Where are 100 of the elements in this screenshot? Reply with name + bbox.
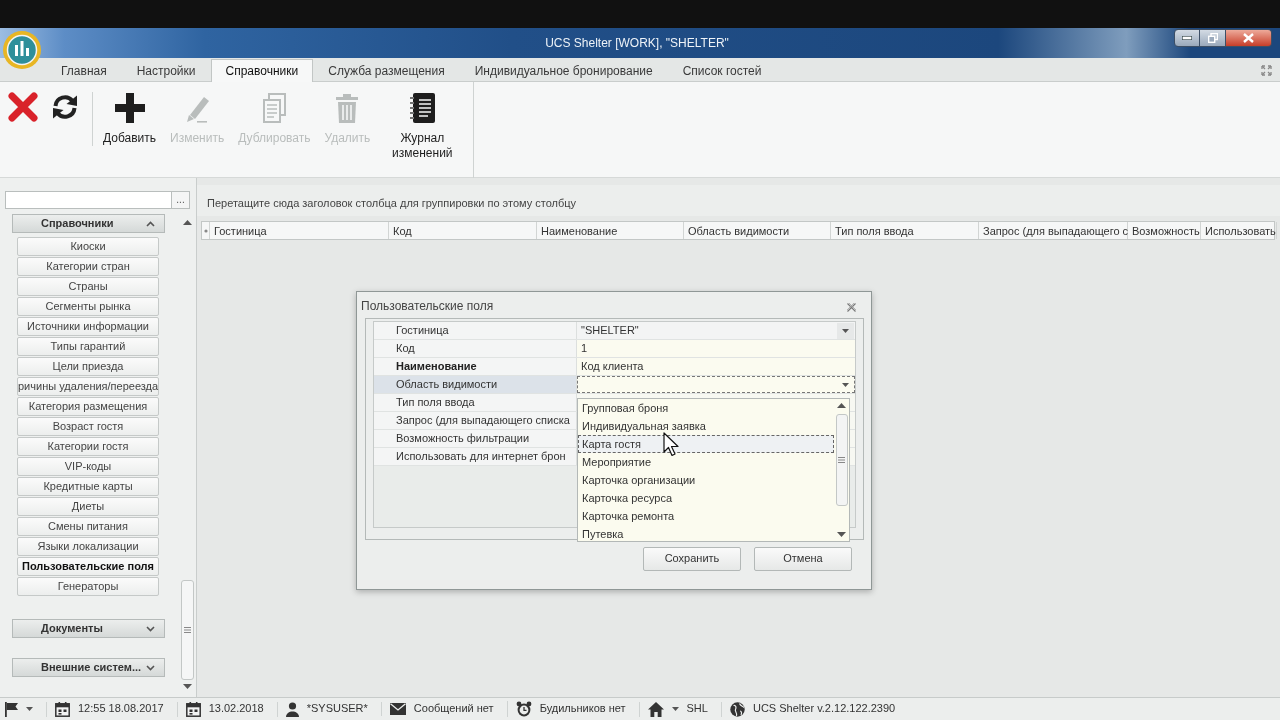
person-icon — [285, 701, 299, 717]
add-button[interactable]: Добавить — [98, 82, 162, 146]
caret-icon — [842, 382, 849, 387]
nav-item[interactable]: Категория размещения — [17, 397, 159, 416]
nav-item[interactable]: Страны — [17, 277, 159, 296]
dropdown-option[interactable]: Карточка организации — [578, 471, 834, 489]
column-header[interactable]: Тип поля ввода — [831, 222, 979, 239]
globe-icon — [729, 701, 745, 717]
scroll-down-icon[interactable] — [183, 684, 192, 689]
chevron-down-icon — [146, 664, 155, 671]
ribbon-tab[interactable]: Справочники — [210, 59, 314, 82]
dropdown-option[interactable]: Карточка ресурса — [578, 489, 834, 507]
nav-group-header[interactable]: Справочники — [12, 214, 165, 233]
column-header[interactable]: Использовать — [1201, 222, 1277, 239]
property-label: Тип поля ввода — [374, 394, 577, 411]
text-field[interactable]: Код клиента — [577, 358, 855, 375]
status-text: *SYSUSER* — [306, 702, 368, 716]
plus-icon — [113, 92, 146, 124]
ribbon-tab[interactable]: Индивидуальное бронирование — [459, 59, 668, 81]
calendar-icon — [185, 701, 201, 717]
app-logo-icon — [2, 30, 42, 70]
nav-item[interactable]: ричины удаления/переезда — [17, 377, 159, 396]
column-header[interactable]: Область видимости — [684, 222, 831, 239]
nav-item[interactable]: Киоски — [17, 237, 159, 256]
group-panel-hint: Перетащите сюда заголовок столбца для группировки по этому столбцу — [207, 197, 577, 209]
ribbon-tab[interactable]: Настройки — [121, 59, 211, 81]
calendar-icon — [55, 701, 70, 717]
column-header[interactable]: Код — [389, 222, 537, 239]
status-text: Сообщений нет — [413, 702, 494, 716]
scroll-down-icon[interactable] — [837, 532, 846, 537]
search-field[interactable] — [5, 191, 172, 209]
nav-item[interactable]: Цели приезда — [17, 357, 159, 376]
dot-icon — [203, 228, 208, 233]
grip-icon — [184, 627, 191, 633]
column-header[interactable]: Наименование — [537, 222, 684, 239]
restore-button[interactable] — [1200, 29, 1226, 47]
alarm-clock-icon — [515, 701, 532, 717]
nav-item[interactable]: Языки локализации — [17, 537, 159, 556]
nav-item[interactable]: Кредитные карты — [17, 477, 159, 496]
minimize-button[interactable] — [1174, 29, 1200, 47]
close-button[interactable] — [1226, 29, 1272, 47]
ribbon-tab[interactable]: Список гостей — [667, 59, 777, 81]
status-text: SHL — [686, 702, 708, 716]
property-label: Запрос (для выпадающего списка — [374, 412, 577, 429]
nav-group-label: Справочники — [40, 216, 114, 231]
chevron-up-icon — [146, 220, 155, 227]
refresh-icon[interactable] — [50, 92, 80, 122]
chevron-down-icon — [146, 625, 155, 632]
dialog-title: Пользовательские поля — [361, 299, 494, 313]
window-title: UCS Shelter [WORK], "SHELTER" — [545, 35, 730, 51]
caret-icon — [671, 707, 679, 711]
nav-item[interactable]: Типы гарантий — [17, 337, 159, 356]
status-text: 12:55 18.08.2017 — [78, 702, 164, 716]
scroll-up-icon[interactable] — [183, 220, 192, 225]
close-icon[interactable] — [846, 302, 857, 313]
status-text: 13.02.2018 — [208, 702, 264, 716]
nav-item[interactable]: Источники информации — [17, 317, 159, 336]
column-header[interactable]: Возможность — [1128, 222, 1201, 239]
flag-icon[interactable] — [5, 701, 18, 717]
browse-button[interactable]: ... — [172, 191, 190, 209]
column-header[interactable]: Запрос (для выпадающего с — [979, 222, 1128, 239]
nav-item[interactable]: Генераторы — [17, 577, 159, 596]
dropdown-button[interactable] — [837, 322, 854, 339]
nav-group-label: Внешние систем... — [40, 660, 142, 675]
property-label: Возможность фильтрации — [374, 430, 577, 447]
nav-item[interactable]: Категории гостя — [17, 437, 159, 456]
property-label: Наименование — [374, 358, 577, 375]
combo-field[interactable] — [577, 376, 855, 393]
nav-item[interactable]: Категории стран — [17, 257, 159, 276]
corner-arrows-icon[interactable] — [1261, 65, 1272, 76]
nav-item[interactable]: Возраст гостя — [17, 417, 159, 436]
nav-group-label: Документы — [40, 621, 103, 636]
dropdown-option[interactable]: Карточка ремонта — [578, 507, 834, 525]
text-field[interactable]: 1 — [577, 340, 855, 357]
house-icon — [647, 701, 664, 717]
combo-value: "SHELTER" — [580, 323, 639, 338]
nav-item[interactable]: VIP-коды — [17, 457, 159, 476]
property-label: Использовать для интернет брон — [374, 448, 577, 465]
dropdown-option[interactable]: Путевка — [578, 525, 834, 543]
nav-group-header[interactable]: Внешние систем... — [12, 658, 165, 677]
nav-item[interactable]: Смены питания — [17, 517, 159, 536]
minimize-icon[interactable] — [1182, 36, 1192, 40]
column-header[interactable]: Гостиница — [210, 222, 389, 239]
combo-field[interactable]: "SHELTER" — [577, 322, 855, 339]
envelope-icon — [389, 703, 406, 715]
property-label: Код — [374, 340, 577, 357]
ribbon-tab[interactable]: Главная — [46, 59, 122, 81]
nav-item[interactable]: Сегменты рынка — [17, 297, 159, 316]
ribbon-tab[interactable]: Служба размещения — [313, 59, 460, 81]
cancel-button[interactable]: Отмена — [754, 547, 852, 571]
property-label: Область видимости — [374, 376, 577, 393]
nav-item[interactable]: Диеты — [17, 497, 159, 516]
change-log-button[interactable]: Журнал изменений — [379, 82, 466, 161]
status-text: Будильников нет — [539, 702, 626, 716]
nav-item[interactable]: Пользовательские поля — [17, 557, 159, 576]
close-icon[interactable] — [8, 92, 38, 122]
save-button[interactable]: Сохранить — [643, 547, 741, 571]
nav-group-header[interactable]: Документы — [12, 619, 165, 638]
scrollbar-thumb[interactable] — [181, 580, 194, 680]
property-label: Гостиница — [374, 322, 577, 339]
